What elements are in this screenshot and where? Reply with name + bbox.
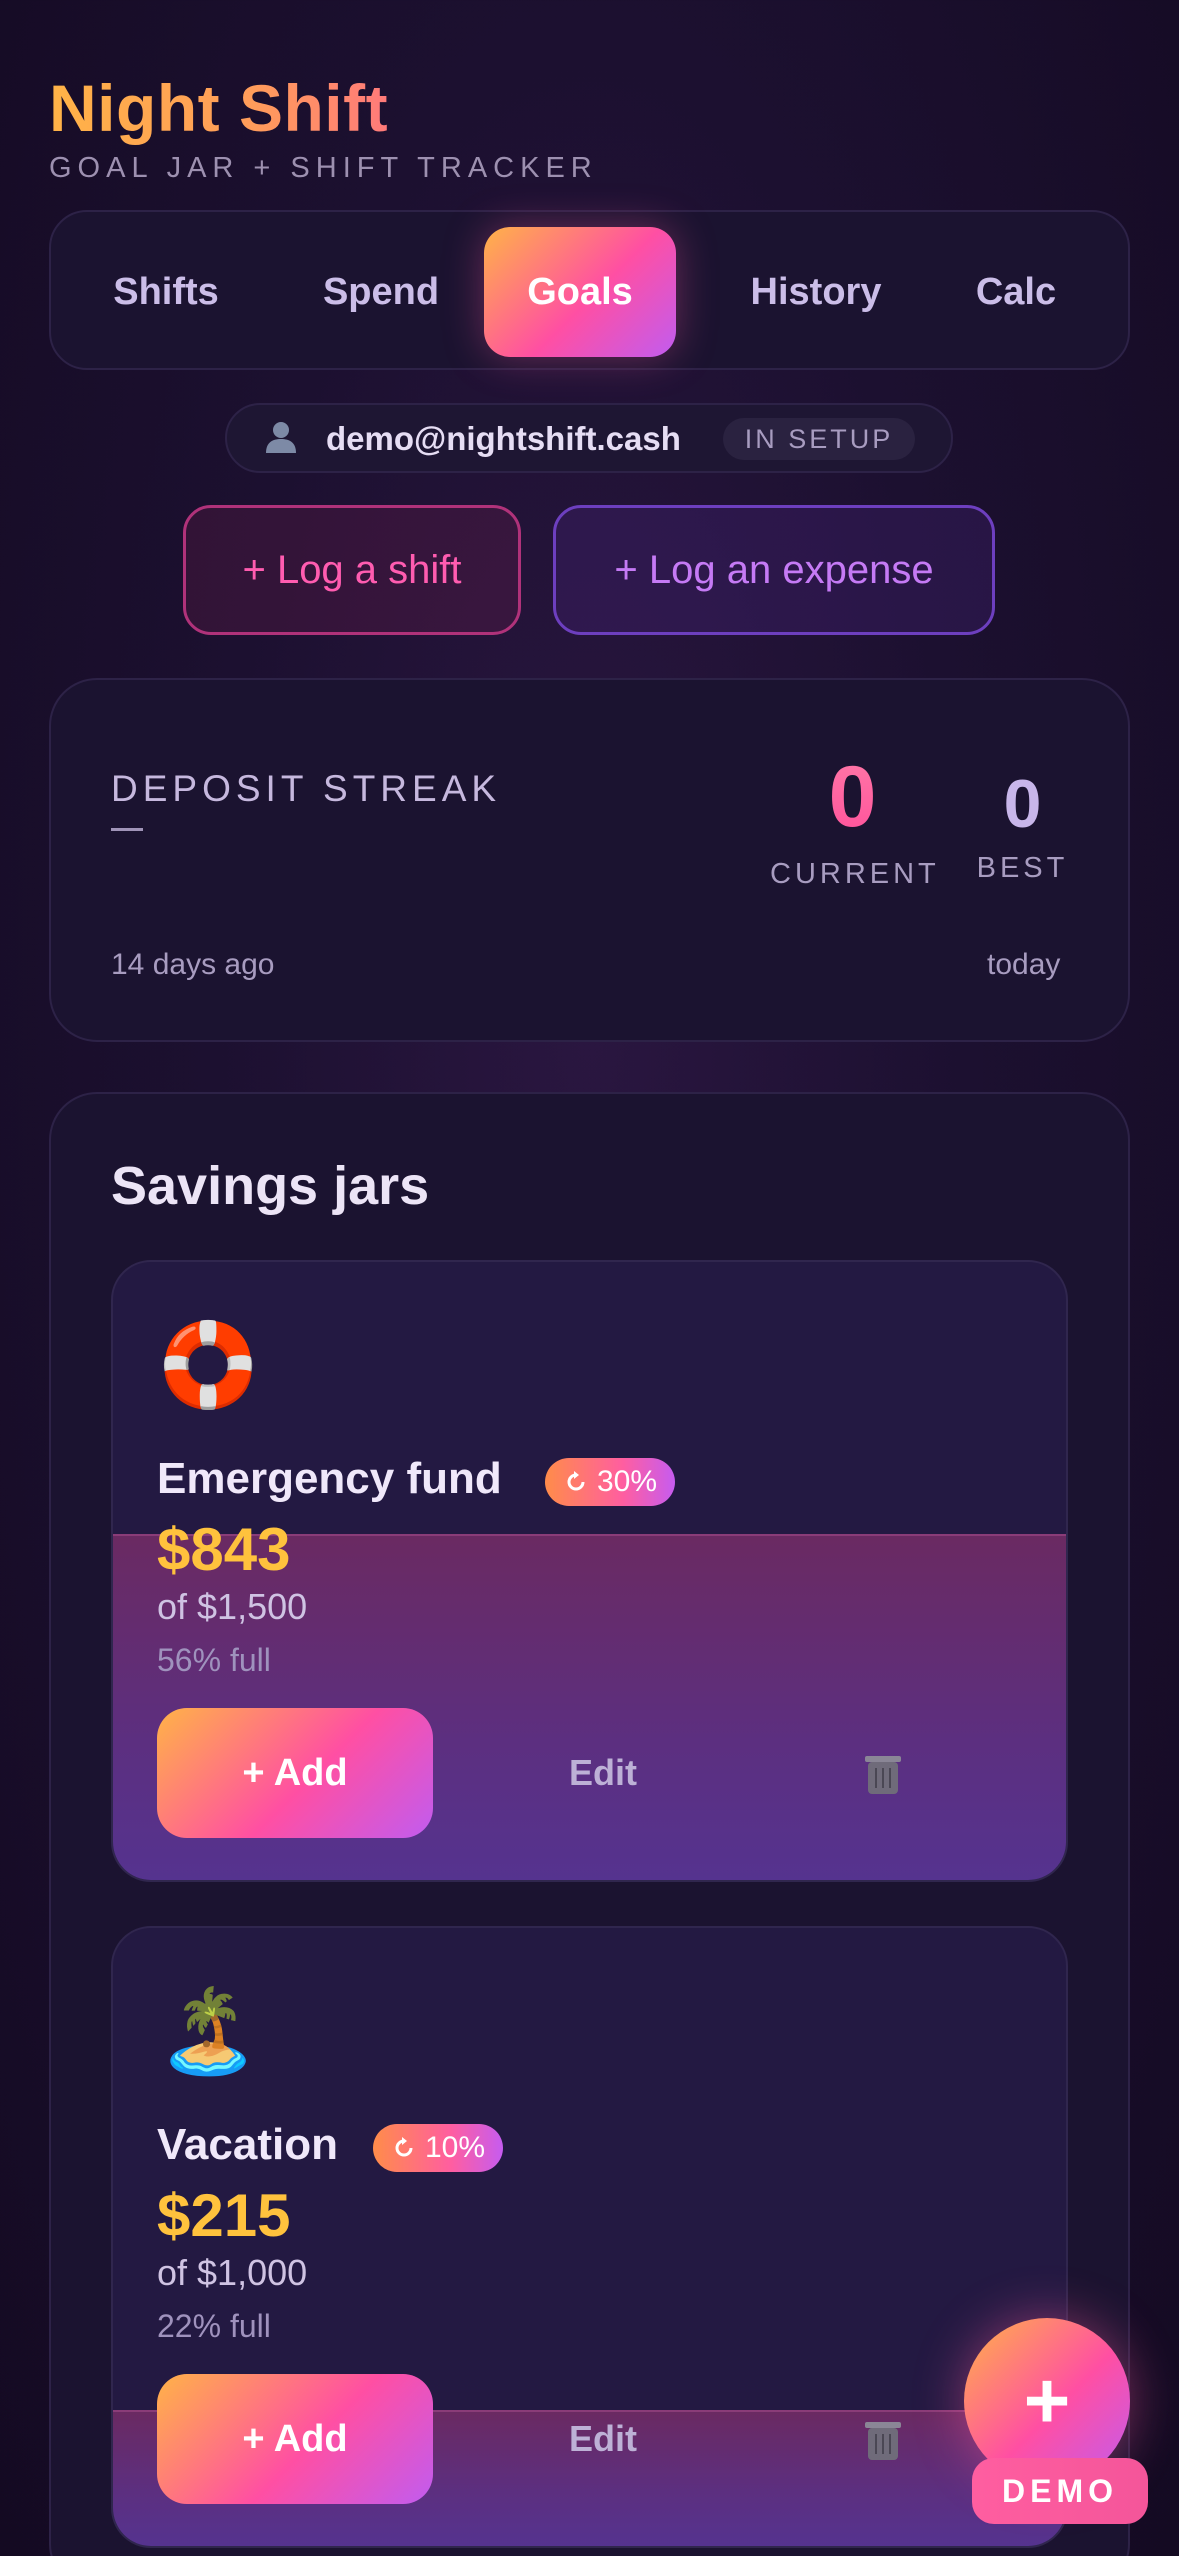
- person-icon: [266, 422, 296, 453]
- streak-current-value: 0: [770, 748, 935, 847]
- streak-best-value: 0: [1003, 766, 1042, 842]
- account-email: demo@nightshift.cash: [326, 420, 681, 457]
- refresh-icon: [395, 2137, 413, 2157]
- app-subtitle: GOAL JAR + SHIFT TRACKER: [49, 152, 598, 184]
- streak-title: DEPOSIT STREAK: [111, 768, 502, 809]
- status-badge: IN SETUP: [723, 418, 915, 460]
- jar-amount: $843: [157, 1516, 291, 1583]
- jar-target: of $1,500: [157, 1586, 308, 1627]
- streak-range-start: 14 days ago: [111, 948, 275, 981]
- tab-history[interactable]: History: [701, 227, 931, 357]
- jar-rate-text: 30%: [597, 1465, 658, 1498]
- trash-icon[interactable]: [858, 2414, 908, 2464]
- log-shift-button[interactable]: + Log a shift: [183, 505, 521, 635]
- jar-amount: $215: [157, 2182, 291, 2249]
- jar-edit-button[interactable]: Edit: [513, 2418, 693, 2460]
- trash-icon[interactable]: [858, 1748, 908, 1798]
- tab-calc[interactable]: Calc: [931, 227, 1101, 357]
- jar-fill-percent: 56% full: [157, 1642, 271, 1678]
- streak-best-label: BEST: [976, 852, 1069, 884]
- streak-sparkline-placeholder: [111, 828, 143, 831]
- jar-edit-button[interactable]: Edit: [513, 1752, 693, 1794]
- tab-goals[interactable]: Goals: [484, 227, 676, 357]
- demo-badge: DEMO: [972, 2458, 1148, 2524]
- log-expense-button[interactable]: + Log an expense: [553, 505, 995, 635]
- streak-current-label: CURRENT: [770, 858, 940, 890]
- jar-fill-percent: 22% full: [157, 2308, 271, 2344]
- island-icon: 🏝️: [157, 1986, 260, 2077]
- tab-spend[interactable]: Spend: [281, 227, 481, 357]
- savings-jar: 🛟 Emergency fund 30% $843 of $1,500 56% …: [111, 1260, 1068, 1882]
- app-title: Night Shift: [49, 71, 389, 145]
- savings-jar: 🏝️ Vacation 10% $215 of $1,000 22% full …: [111, 1926, 1068, 2548]
- jar-rate-badge: 10%: [373, 2124, 504, 2172]
- refresh-icon: [567, 1471, 585, 1491]
- tab-shifts[interactable]: Shifts: [81, 227, 251, 357]
- savings-title: Savings jars: [111, 1156, 430, 1216]
- jar-target: of $1,000: [157, 2252, 308, 2293]
- jar-rate-badge: 30%: [545, 1458, 676, 1506]
- jar-name: Vacation: [157, 2120, 338, 2169]
- streak-range-end: today: [987, 948, 1061, 981]
- jar-rate-text: 10%: [425, 2131, 486, 2164]
- lifebuoy-icon: 🛟: [157, 1320, 260, 1411]
- tab-bar: Shifts Spend Goals History Calc: [49, 210, 1130, 370]
- jar-add-button[interactable]: + Add: [157, 1708, 433, 1838]
- jar-name: Emergency fund: [157, 1454, 502, 1503]
- jar-add-button[interactable]: + Add: [157, 2374, 433, 2504]
